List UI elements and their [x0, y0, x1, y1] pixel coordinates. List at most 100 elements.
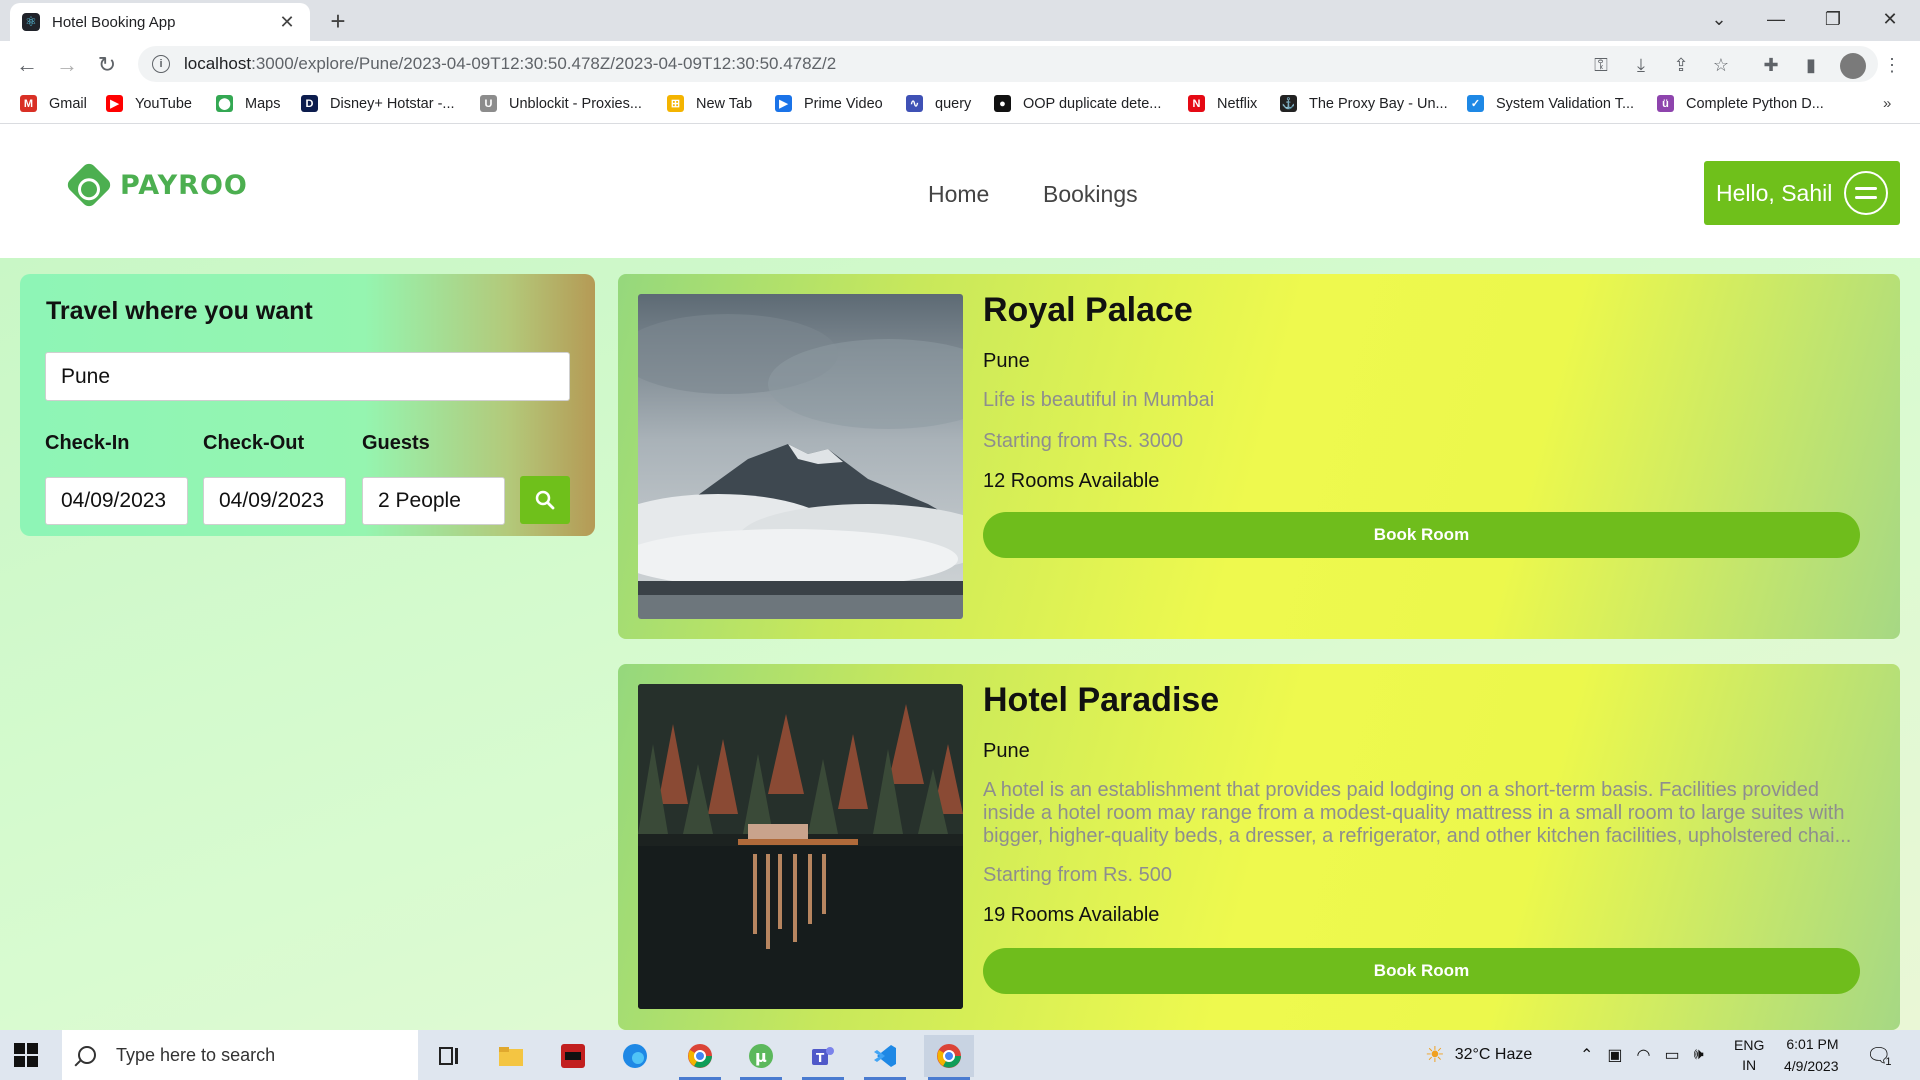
bookmark-item[interactable]: ▶ YouTube: [106, 95, 192, 112]
bookmark-favicon-icon: ∿: [906, 95, 923, 112]
search-panel: Travel where you want Pune Check-In Chec…: [20, 274, 595, 536]
vscode-icon[interactable]: [860, 1035, 910, 1080]
checkin-date-input[interactable]: 04/09/2023: [45, 477, 188, 525]
bookmark-favicon-icon: ⊞: [667, 95, 684, 112]
bookmark-item[interactable]: N Netflix: [1188, 95, 1257, 112]
browser-tab[interactable]: ⚛ Hotel Booking App ✕: [10, 3, 310, 41]
payroo-logo[interactable]: PAYROO: [64, 160, 248, 210]
taskbar-search-box[interactable]: Type here to search: [62, 1030, 418, 1080]
chrome-taskbar-icon[interactable]: [675, 1035, 725, 1080]
extensions-icon[interactable]: ✚: [1758, 52, 1784, 78]
bookmark-item[interactable]: ⬤ Maps: [216, 95, 280, 112]
windows-start-icon[interactable]: [14, 1043, 38, 1067]
bookmark-item[interactable]: ✓ System Validation T...: [1467, 95, 1634, 112]
bookmark-favicon-icon: ⬤: [216, 95, 233, 112]
side-panel-icon[interactable]: ▮: [1798, 52, 1824, 78]
logo-mark-icon: [64, 160, 114, 210]
bookmark-item[interactable]: ⚓ The Proxy Bay - Un...: [1280, 95, 1448, 112]
clock[interactable]: 6:01 PM 4/9/2023: [1784, 1030, 1839, 1080]
utorrent-icon[interactable]: µ: [736, 1035, 786, 1080]
reload-icon[interactable]: ↻: [91, 49, 123, 81]
svg-text:µ: µ: [755, 1047, 767, 1066]
tab-close-icon[interactable]: ✕: [276, 12, 298, 33]
profile-avatar[interactable]: [1840, 53, 1866, 79]
bookmark-item[interactable]: ∿ query: [906, 95, 971, 112]
windows-taskbar: Type here to search µ T ☀ 32°C Haze ⌃ ▣ …: [0, 1030, 1920, 1080]
install-icon[interactable]: ⤓: [1628, 52, 1654, 78]
hotel-rooms: 19 Rooms Available: [983, 904, 1160, 926]
maximize-button[interactable]: ❐: [1805, 0, 1861, 38]
bookmarks-bar: M Gmail ▶ YouTube ⬤ Maps D Disney+ Hotstar -...…: [0, 88, 1920, 124]
weather-text: 32°C Haze: [1454, 1046, 1533, 1063]
nav-home-link[interactable]: Home: [928, 181, 989, 208]
bookmark-favicon-icon: ü: [1657, 95, 1674, 112]
bookmark-label: OOP duplicate dete...: [1023, 95, 1162, 112]
weather-widget[interactable]: ☀ 32°C Haze: [1425, 1030, 1532, 1080]
file-explorer-icon[interactable]: [486, 1035, 536, 1077]
bookmark-label: Unblockit - Proxies...: [509, 95, 642, 112]
browser-menu-icon[interactable]: ⋮: [1879, 52, 1905, 78]
hotel-city: Pune: [983, 350, 1030, 372]
wifi-icon[interactable]: ◠: [1637, 1045, 1651, 1065]
key-icon[interactable]: ⚿: [1588, 52, 1614, 78]
url-text: localhost:3000/explore/Pune/2023-04-09T1…: [184, 54, 837, 73]
teams-icon[interactable]: T: [798, 1035, 848, 1080]
tab-search-icon[interactable]: ⌄: [1691, 0, 1747, 38]
battery-icon[interactable]: ▭: [1665, 1045, 1680, 1065]
forward-arrow-icon[interactable]: →: [51, 49, 83, 81]
game-app-icon[interactable]: [548, 1035, 598, 1077]
location-input[interactable]: Pune: [45, 352, 570, 401]
system-tray: ⌃ ▣ ◠ ▭ 🕪: [1580, 1030, 1704, 1080]
bookmark-label: Disney+ Hotstar -...: [330, 95, 455, 112]
site-info-icon[interactable]: i: [152, 55, 170, 73]
hotel-photo-mountain: [638, 294, 963, 619]
edge-browser-icon[interactable]: [610, 1035, 660, 1077]
hotel-description: Life is beautiful in Mumbai: [983, 389, 1215, 411]
window-close-button[interactable]: ✕: [1862, 0, 1918, 38]
hotel-name: Hotel Paradise: [983, 681, 1220, 719]
bookmark-favicon-icon: D: [301, 95, 318, 112]
share-icon[interactable]: ⇪: [1668, 52, 1694, 78]
svg-text:T: T: [816, 1051, 825, 1065]
bookmark-favicon-icon: ●: [994, 95, 1011, 112]
chrome-active-icon[interactable]: [924, 1035, 974, 1080]
greeting-text: Hello, Sahil: [1716, 179, 1833, 206]
hotel-photo-lake: [638, 684, 963, 1009]
search-button[interactable]: [520, 476, 570, 524]
hotel-rooms: 12 Rooms Available: [983, 470, 1160, 492]
bookmark-item[interactable]: ü Complete Python D...: [1657, 95, 1824, 112]
bookmark-item[interactable]: D Disney+ Hotstar -...: [301, 95, 455, 112]
language-indicator[interactable]: ENG IN: [1734, 1030, 1764, 1080]
bookmark-item[interactable]: ● OOP duplicate dete...: [994, 95, 1161, 112]
tray-chevron-icon[interactable]: ⌃: [1580, 1045, 1593, 1065]
hotel-city: Pune: [983, 740, 1030, 762]
book-room-button[interactable]: Book Room: [983, 512, 1860, 558]
back-arrow-icon[interactable]: ←: [11, 49, 43, 81]
region-code: IN: [1742, 1057, 1757, 1073]
bookmark-favicon-icon: N: [1188, 95, 1205, 112]
bookmark-star-icon[interactable]: ☆: [1708, 52, 1734, 78]
bookmark-item[interactable]: U Unblockit - Proxies...: [480, 95, 642, 112]
new-tab-button[interactable]: +: [324, 7, 352, 35]
more-bookmarks-icon[interactable]: »: [1883, 95, 1891, 112]
nav-bookings-link[interactable]: Bookings: [1043, 181, 1138, 208]
bookmark-item[interactable]: M Gmail: [20, 95, 87, 112]
bookmark-item[interactable]: ⊞ New Tab: [667, 95, 752, 112]
book-room-button[interactable]: Book Room: [983, 948, 1860, 994]
app-main: Travel where you want Pune Check-In Chec…: [0, 258, 1920, 1030]
guests-input[interactable]: 2 People: [362, 477, 505, 525]
bookmark-item[interactable]: ▶ Prime Video: [775, 95, 883, 112]
notification-center-icon[interactable]: 🗨 1: [1866, 1030, 1892, 1080]
checkout-date-input[interactable]: 04/09/2023: [203, 477, 346, 525]
browser-toolbar: ← → ↻ i localhost:3000/explore/Pune/2023…: [0, 41, 1920, 88]
meet-icon[interactable]: ▣: [1607, 1045, 1622, 1065]
bookmark-label: Netflix: [1217, 95, 1258, 112]
bookmark-favicon-icon: M: [20, 95, 37, 112]
task-view-icon[interactable]: [424, 1035, 474, 1077]
address-bar[interactable]: i localhost:3000/explore/Pune/2023-04-09…: [138, 46, 1878, 82]
user-menu-button[interactable]: Hello, Sahil: [1704, 161, 1900, 225]
volume-icon[interactable]: 🕪: [1694, 1046, 1704, 1064]
minimize-button[interactable]: —: [1748, 0, 1804, 38]
bookmark-label: Complete Python D...: [1686, 95, 1824, 112]
bookmark-label: YouTube: [135, 95, 192, 112]
